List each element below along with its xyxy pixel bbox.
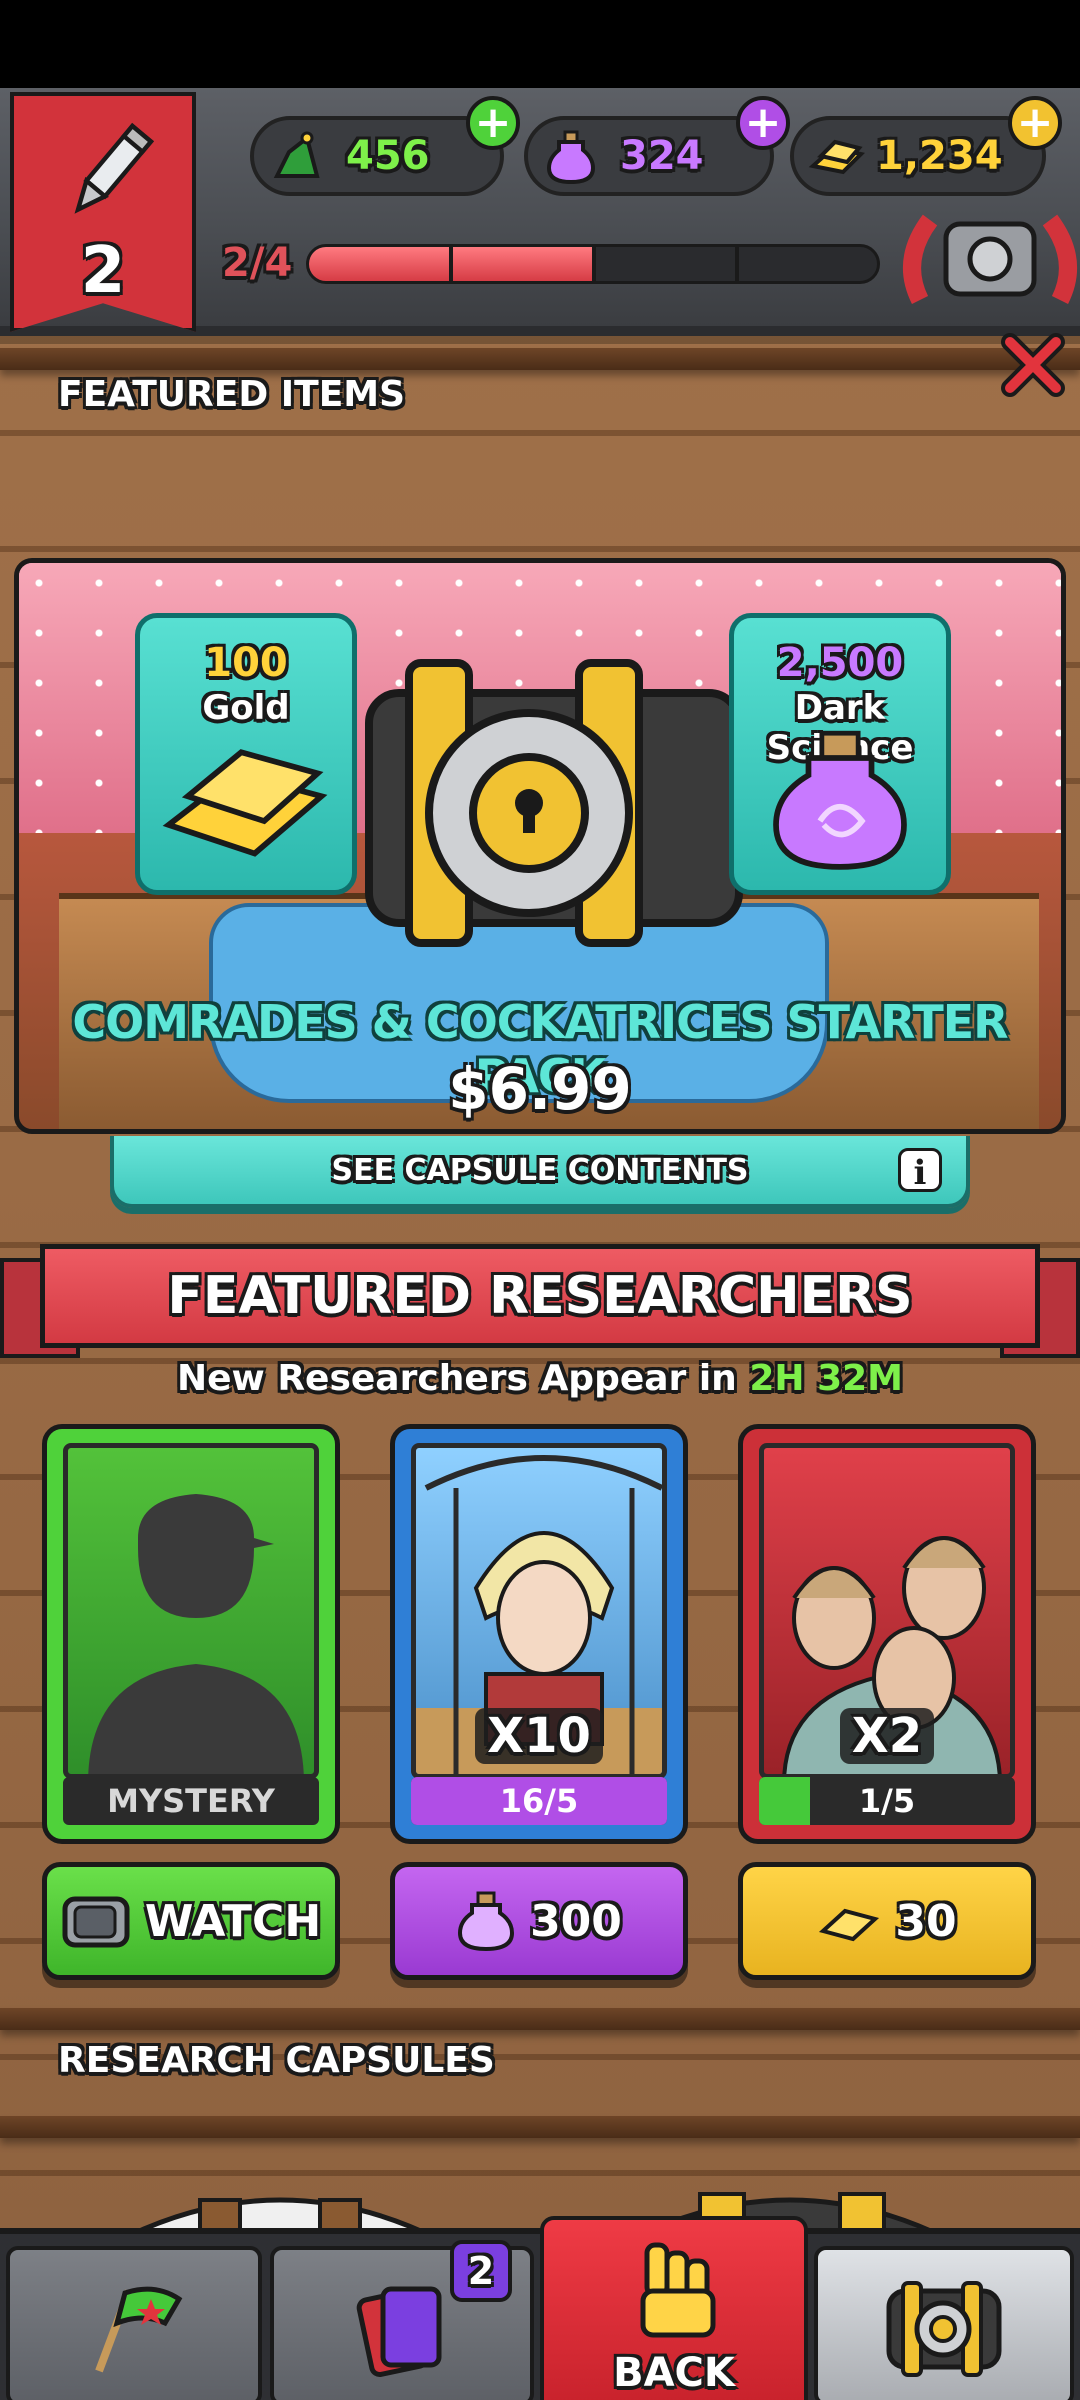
flag-icon <box>95 2286 183 2373</box>
tab-shop[interactable] <box>814 2246 1074 2400</box>
tab-cards[interactable]: 2 <box>270 2240 534 2400</box>
featured-researchers-heading: FEATURED RESEARCHERS <box>167 1266 913 1326</box>
researcher-label-bar: MYSTERY <box>63 1777 319 1825</box>
buy-with-gold-button[interactable]: 30 <box>738 1862 1036 1980</box>
xp-segment-divider <box>449 247 453 281</box>
dark-science-value: 324 <box>620 133 704 179</box>
dark-science-price: 300 <box>530 1895 622 1947</box>
researcher-card-x2[interactable]: X2 1/5 <box>738 1424 1036 1844</box>
researcher-card-x10[interactable]: X10 16/5 <box>390 1424 688 1844</box>
xp-progress-text: 2/4 <box>222 240 293 286</box>
gold-bar-icon <box>819 1908 880 1942</box>
researcher-multiplier: X10 <box>416 1708 662 1764</box>
see-capsule-contents-button[interactable]: SEE CAPSULE CONTENTS i <box>110 1136 970 1208</box>
info-icon[interactable]: i <box>898 1148 942 1193</box>
gold-amount: 100 <box>204 640 288 686</box>
xp-progress-bar <box>306 244 880 284</box>
researcher-card-mystery[interactable]: MYSTERY <box>42 1424 340 1844</box>
researcher-progress-bar: 16/5 <box>411 1777 667 1825</box>
add-dark-science-button[interactable]: + <box>736 96 790 150</box>
researcher-progress-bar: 1/5 <box>759 1777 1015 1825</box>
researcher-progress-text: 1/5 <box>858 1782 916 1820</box>
researchers-timer: New Researchers Appear in 2H 32M <box>0 1358 1080 1399</box>
watch-ad-button[interactable]: WATCH <box>42 1862 340 1980</box>
add-wizard-hat-button[interactable]: + <box>466 96 520 150</box>
xp-segment-divider <box>592 247 596 281</box>
gold-bars-icon <box>162 749 328 857</box>
mystery-label: MYSTERY <box>107 1782 275 1820</box>
gold-value: 1,234 <box>876 133 1003 179</box>
starter-pack-offer[interactable]: 100 Gold 2,500 Dark Science COMRADES & C… <box>14 558 1066 1134</box>
dark-science-icon <box>458 1891 515 1952</box>
researcher-multiplier: X2 <box>764 1708 1010 1764</box>
research-capsules-heading: RESEARCH CAPSULES <box>58 2040 495 2081</box>
rank-reward-vault-icon[interactable] <box>900 200 1080 320</box>
watch-label: WATCH <box>144 1895 322 1947</box>
researcher-progress-fill <box>759 1777 811 1825</box>
dark-science-amount: 2,500 <box>776 640 904 686</box>
cards-icon <box>356 2286 442 2378</box>
researcher-portrait: X2 <box>759 1443 1015 1779</box>
status-bar <box>0 0 1080 88</box>
vault-capsule-icon <box>365 659 761 947</box>
researcher-portrait <box>63 1443 319 1779</box>
rank-number: 2 <box>80 234 126 308</box>
featured-items-heading: FEATURED ITEMS <box>58 374 406 415</box>
see-capsule-contents-label: SEE CAPSULE CONTENTS <box>331 1152 749 1188</box>
back-button[interactable]: BACK <box>540 2216 808 2400</box>
bottom-navigation: 2 BACK <box>0 2216 1080 2400</box>
featured-researchers-banner: FEATURED RESEARCHERS <box>40 1244 1040 1348</box>
back-label: BACK <box>613 2350 735 2396</box>
tab-missions[interactable] <box>6 2246 262 2400</box>
dark-science-icon <box>538 123 604 189</box>
mystery-silhouette-icon <box>88 1494 304 1774</box>
vault-icon <box>886 2281 1002 2377</box>
wizard-hat-icon <box>264 123 330 189</box>
gold-price: 30 <box>895 1895 957 1947</box>
timer-prefix: New Researchers Appear in <box>176 1358 737 1399</box>
gold-bar-icon <box>804 123 870 189</box>
researcher-portrait: X10 <box>411 1443 667 1779</box>
researcher-progress-text: 16/5 <box>499 1782 579 1820</box>
shelf-divider <box>0 2116 1080 2138</box>
cards-badge: 2 <box>450 2240 512 2302</box>
add-gold-button[interactable]: + <box>1008 96 1062 150</box>
rank-banner[interactable]: 2 <box>10 92 196 332</box>
timer-value: 2H 32M <box>749 1358 903 1399</box>
wizard-hat-value: 456 <box>346 133 430 179</box>
buy-with-dark-science-button[interactable]: 300 <box>390 1862 688 1980</box>
shelf-divider <box>0 2008 1080 2030</box>
pack-price: $6.99 <box>448 1055 632 1123</box>
gold-offer-card: 100 Gold <box>135 613 357 895</box>
gold-label: Gold <box>202 688 290 728</box>
shelf-divider <box>0 348 1080 370</box>
close-icon[interactable] <box>998 330 1068 400</box>
tv-icon <box>62 1896 130 1948</box>
fist-icon <box>640 2242 716 2338</box>
dark-science-flask-icon <box>773 730 907 870</box>
pencil-icon <box>74 122 155 214</box>
dark-science-offer-card: 2,500 Dark Science <box>729 613 951 895</box>
xp-segment-divider <box>735 247 739 281</box>
